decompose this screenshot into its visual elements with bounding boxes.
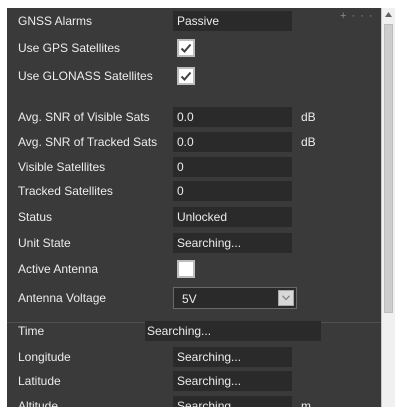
latitude-field[interactable]: Searching... xyxy=(173,371,292,391)
antenna-voltage-value: 5V xyxy=(182,292,197,306)
avg-snr-tracked-unit: dB xyxy=(301,135,316,149)
avg-snr-visible-unit: dB xyxy=(301,110,316,124)
status-field[interactable]: Unlocked xyxy=(173,207,292,227)
row-antenna-voltage: Antenna Voltage 5V xyxy=(7,285,381,311)
vertical-scrollbar[interactable] xyxy=(381,8,395,407)
antenna-voltage-select[interactable]: 5V xyxy=(173,287,297,309)
row-time: Time Searching... xyxy=(7,318,381,344)
scroll-thumb[interactable] xyxy=(384,24,393,313)
use-gps-label: Use GPS Satellites xyxy=(18,41,121,55)
check-icon xyxy=(180,43,192,53)
status-label: Status xyxy=(18,210,53,224)
row-longitude: Longitude Searching... xyxy=(7,344,381,370)
row-unit-state: Unit State Searching... xyxy=(7,230,381,256)
chevron-down-icon xyxy=(282,295,290,301)
visible-satellites-field[interactable]: 0 xyxy=(173,157,292,177)
row-active-antenna: Active Antenna xyxy=(7,256,381,282)
avg-snr-visible-label: Avg. SNR of Visible Sats xyxy=(18,110,150,124)
altitude-field[interactable]: Searching... xyxy=(173,396,292,407)
avg-snr-tracked-label: Avg. SNR of Tracked Sats xyxy=(18,135,158,149)
scroll-up-button[interactable] xyxy=(382,8,395,22)
active-antenna-checkbox[interactable] xyxy=(177,260,195,278)
settings-list: + · · · GNSS Alarms Passive Use GPS Sate… xyxy=(7,8,381,407)
time-field[interactable]: Searching... xyxy=(145,321,321,341)
altitude-label: Altitude xyxy=(18,399,59,407)
time-label: Time xyxy=(18,324,45,338)
use-glonass-checkbox[interactable] xyxy=(177,67,195,85)
check-icon xyxy=(180,71,192,81)
use-gps-checkbox[interactable] xyxy=(177,39,195,57)
row-tracked-satellites: Tracked Satellites 0 xyxy=(7,178,381,204)
unit-state-field[interactable]: Searching... xyxy=(173,233,292,253)
row-gnss-alarms: GNSS Alarms Passive xyxy=(7,8,381,34)
gnss-settings-panel: + · · · GNSS Alarms Passive Use GPS Sate… xyxy=(0,0,395,407)
row-avg-snr-visible: Avg. SNR of Visible Sats 0.0 dB xyxy=(7,104,381,130)
row-avg-snr-tracked: Avg. SNR of Tracked Sats 0.0 dB xyxy=(7,129,381,155)
antenna-voltage-label: Antenna Voltage xyxy=(18,291,107,305)
tracked-satellites-field[interactable]: 0 xyxy=(173,181,292,201)
antenna-voltage-dropdown-button[interactable] xyxy=(278,290,294,306)
longitude-label: Longitude xyxy=(18,350,71,364)
avg-snr-tracked-field[interactable]: 0.0 xyxy=(173,132,292,152)
avg-snr-visible-field[interactable]: 0.0 xyxy=(173,107,292,127)
row-use-glonass: Use GLONASS Satellites xyxy=(7,63,381,89)
use-glonass-label: Use GLONASS Satellites xyxy=(18,69,153,83)
arrow-up-icon xyxy=(385,12,392,17)
altitude-unit: m xyxy=(301,399,311,407)
row-latitude: Latitude Searching... xyxy=(7,368,381,394)
row-use-gps: Use GPS Satellites xyxy=(7,35,381,61)
tracked-satellites-label: Tracked Satellites xyxy=(18,184,113,198)
latitude-label: Latitude xyxy=(18,374,61,388)
gnss-alarms-field[interactable]: Passive xyxy=(173,11,292,31)
gnss-alarms-label: GNSS Alarms xyxy=(18,14,93,28)
active-antenna-label: Active Antenna xyxy=(18,262,99,276)
visible-satellites-label: Visible Satellites xyxy=(18,160,106,174)
row-status: Status Unlocked xyxy=(7,204,381,230)
row-visible-satellites: Visible Satellites 0 xyxy=(7,154,381,180)
row-altitude: Altitude Searching... m xyxy=(7,393,381,407)
longitude-field[interactable]: Searching... xyxy=(173,347,292,367)
unit-state-label: Unit State xyxy=(18,236,71,250)
